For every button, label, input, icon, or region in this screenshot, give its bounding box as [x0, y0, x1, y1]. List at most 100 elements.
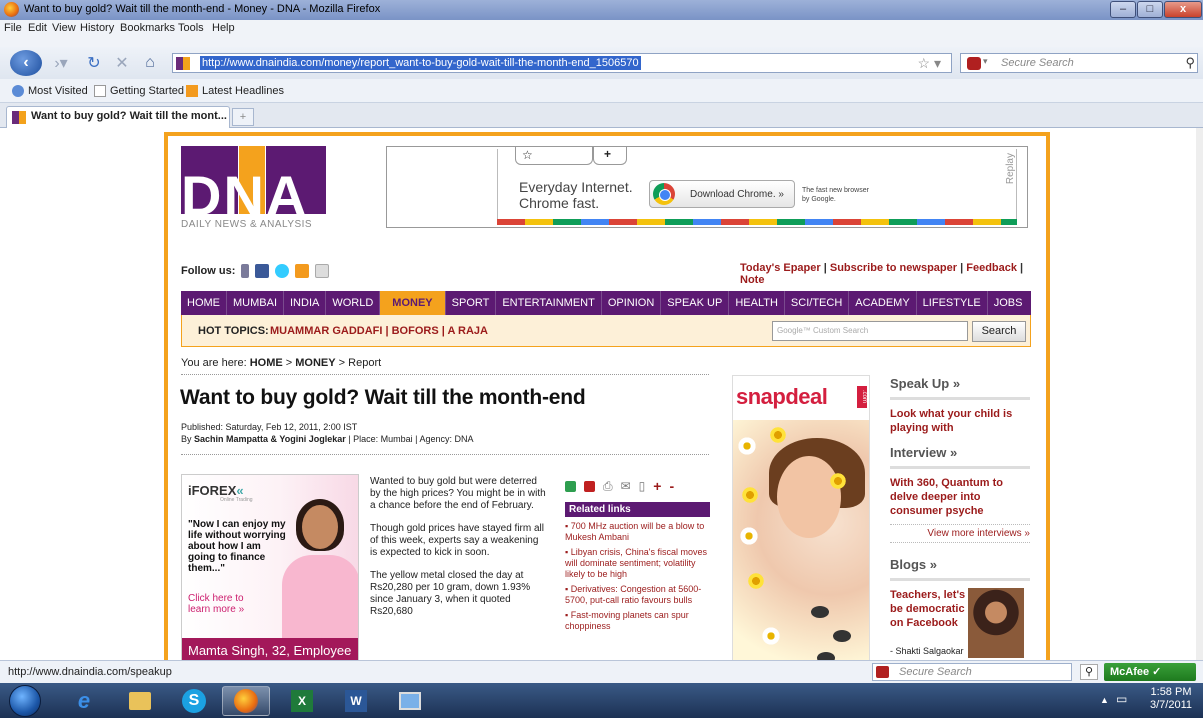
- stop-icon[interactable]: ✕: [110, 51, 134, 75]
- breadcrumb-home[interactable]: HOME: [250, 357, 283, 369]
- nav-lifestyle[interactable]: LIFESTYLE: [917, 291, 988, 315]
- link-note[interactable]: Note: [740, 274, 764, 286]
- bookmark-star-icon[interactable]: ☆ ▾: [918, 55, 941, 72]
- menu-view[interactable]: View: [52, 22, 76, 34]
- related-link[interactable]: ▪ Fast-moving planets can spur choppines…: [565, 610, 710, 632]
- nav-health[interactable]: HEALTH: [729, 291, 785, 315]
- nav-opinion[interactable]: OPINION: [602, 291, 662, 315]
- tab-active[interactable]: Want to buy gold? Wait till the mont...: [6, 106, 230, 128]
- speak-up-link[interactable]: Look what your child is playing with: [890, 407, 1030, 435]
- network-icon[interactable]: ▭: [1116, 692, 1127, 706]
- nav-home[interactable]: HOME: [181, 291, 227, 315]
- site-search-input[interactable]: Google™ Custom Search: [772, 321, 968, 341]
- explorer-icon[interactable]: [116, 686, 164, 716]
- menu-bookmarks[interactable]: Bookmarks: [120, 22, 175, 34]
- clock[interactable]: 1:58 PM 3/7/2011: [1150, 686, 1192, 712]
- status-search-icon[interactable]: ⚲: [1080, 664, 1098, 680]
- close-button[interactable]: x: [1164, 1, 1202, 18]
- related-link[interactable]: ▪ Libyan crisis, China's fiscal moves wi…: [565, 547, 710, 580]
- menu-tools[interactable]: Tools: [178, 22, 204, 34]
- tray-arrow-icon[interactable]: ▲: [1100, 695, 1109, 705]
- interview-link[interactable]: With 360, Quantum to delve deeper into c…: [890, 476, 1030, 518]
- menu-edit[interactable]: Edit: [28, 22, 47, 34]
- minimize-button[interactable]: –: [1110, 1, 1136, 18]
- skype-icon[interactable]: S: [170, 686, 218, 716]
- speak-up-title[interactable]: Speak Up »: [890, 376, 1030, 400]
- reload-icon[interactable]: ↻: [82, 51, 106, 75]
- new-tab-button[interactable]: +: [232, 108, 254, 126]
- nav-money[interactable]: MONEY: [380, 291, 446, 315]
- facebook-icon[interactable]: [255, 264, 270, 278]
- link-epaper[interactable]: Today's Epaper: [740, 262, 821, 274]
- nav-academy[interactable]: ACADEMY: [849, 291, 917, 315]
- mcafee-button[interactable]: McAfee ✓: [1104, 663, 1196, 681]
- window-icon[interactable]: [386, 686, 434, 716]
- ad-replay[interactable]: Replay: [1005, 153, 1016, 184]
- nav-india[interactable]: INDIA: [284, 291, 327, 315]
- font-decrease-icon[interactable]: -: [669, 478, 674, 494]
- chrome-banner-ad[interactable]: ☆ + Everyday Internet. Chrome fast. Down…: [386, 146, 1028, 228]
- search-icon[interactable]: ⚲: [1185, 55, 1195, 71]
- nav-jobs[interactable]: JOBS: [988, 291, 1029, 315]
- nav-mumbai[interactable]: MUMBAI: [227, 291, 284, 315]
- nav-speak-up[interactable]: SPEAK UP: [661, 291, 730, 315]
- ad-person-image: [282, 495, 358, 655]
- orkut-icon[interactable]: [315, 264, 330, 278]
- link-subscribe[interactable]: Subscribe to newspaper: [830, 262, 957, 274]
- link-feedback[interactable]: Feedback: [966, 262, 1017, 274]
- view-more-interviews[interactable]: View more interviews »: [890, 524, 1030, 543]
- back-button[interactable]: ‹: [10, 50, 42, 76]
- word-icon[interactable]: W: [332, 686, 380, 716]
- menu-history[interactable]: History: [80, 22, 114, 34]
- hot-topics-links[interactable]: MUAMMAR GADDAFI | BOFORS | A RAJA: [270, 325, 488, 337]
- menu-file[interactable]: File: [4, 22, 22, 34]
- scrollbar[interactable]: [1196, 128, 1203, 660]
- excel-icon[interactable]: X: [278, 686, 326, 716]
- site-search-button[interactable]: Search: [972, 321, 1026, 342]
- iforex-ad[interactable]: iFOREX« Online Trading "Now I can enjoy …: [181, 474, 359, 660]
- nav-scitech[interactable]: SCI/TECH: [785, 291, 850, 315]
- breadcrumb-section[interactable]: MONEY: [295, 357, 335, 369]
- email-icon[interactable]: ✉: [621, 479, 631, 493]
- interview-title[interactable]: Interview »: [890, 445, 1030, 469]
- url-text[interactable]: http://www.dnaindia.com/money/report_wan…: [200, 56, 641, 70]
- internet-explorer-icon[interactable]: e: [60, 686, 108, 716]
- share-icon[interactable]: [565, 480, 576, 492]
- nav-sport[interactable]: SPORT: [446, 291, 497, 315]
- bookmark-getting-started[interactable]: Getting Started: [94, 85, 184, 97]
- related-link-text[interactable]: 700 MHz auction will be a blow to Mukesh…: [565, 521, 704, 542]
- mobile-icon[interactable]: [241, 264, 250, 278]
- bookmark-latest-headlines[interactable]: Latest Headlines: [186, 85, 284, 97]
- snapdeal-ad[interactable]: snapdeal .com: [732, 375, 870, 660]
- nav-entertainment[interactable]: ENTERTAINMENT: [496, 291, 602, 315]
- iforex-click-here[interactable]: Click here to learn more »: [188, 593, 258, 615]
- print-icon[interactable]: ⎙: [603, 479, 613, 494]
- blogs-link[interactable]: Teachers, let's be democratic on Faceboo…: [890, 588, 966, 630]
- font-increase-icon[interactable]: +: [653, 478, 661, 494]
- rss-icon[interactable]: [295, 264, 310, 278]
- related-link[interactable]: ▪ Derivatives: Congestion at 5600-5700, …: [565, 584, 710, 606]
- related-link-text[interactable]: Libyan crisis, China's fiscal moves will…: [565, 547, 707, 579]
- address-bar[interactable]: http://www.dnaindia.com/money/report_wan…: [172, 53, 952, 73]
- firefox-taskbar-icon[interactable]: [222, 686, 270, 716]
- status-search-box[interactable]: Secure Search: [872, 663, 1072, 681]
- article-authors[interactable]: Sachin Mampatta & Yogini Joglekar: [194, 434, 346, 444]
- blogs-title[interactable]: Blogs »: [890, 557, 1030, 581]
- related-link-text[interactable]: Fast-moving planets can spur choppiness: [565, 610, 689, 631]
- related-link[interactable]: ▪ 700 MHz auction will be a blow to Muke…: [565, 521, 710, 543]
- search-bar[interactable]: ▾ Secure Search ⚲: [960, 53, 1198, 73]
- bookmark-most-visited[interactable]: Most Visited: [12, 85, 88, 97]
- pdf-icon[interactable]: [584, 480, 595, 492]
- bookmark-icon[interactable]: ▯: [639, 479, 646, 493]
- related-link-text[interactable]: Derivatives: Congestion at 5600-5700, pu…: [565, 584, 701, 605]
- dna-logo[interactable]: DNA DAILY NEWS & ANALYSIS: [181, 146, 331, 236]
- maximize-button[interactable]: □: [1137, 1, 1163, 18]
- start-button[interactable]: [9, 685, 41, 717]
- home-icon[interactable]: ⌂: [138, 51, 162, 75]
- twitter-icon[interactable]: [275, 264, 290, 278]
- search-engine-icon[interactable]: [967, 57, 981, 70]
- search-engine-dropdown-icon[interactable]: ▾: [983, 56, 988, 67]
- forward-button[interactable]: ›▾: [46, 51, 76, 75]
- nav-world[interactable]: WORLD: [326, 291, 381, 315]
- menu-help[interactable]: Help: [212, 22, 235, 34]
